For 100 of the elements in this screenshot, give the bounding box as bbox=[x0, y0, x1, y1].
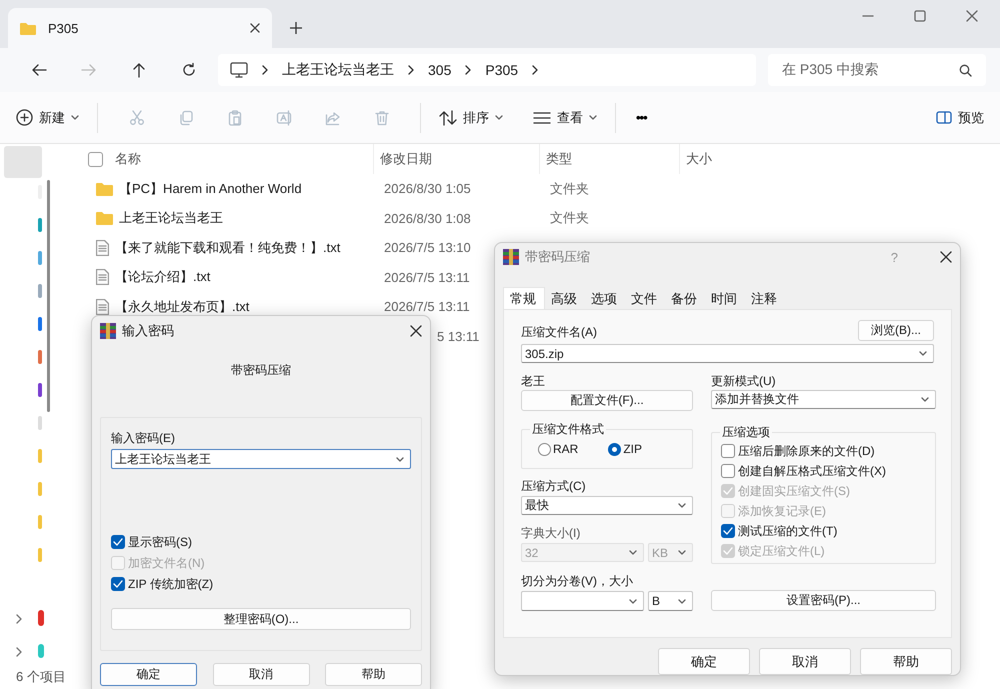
archive-name-field[interactable]: 305.zip bbox=[521, 344, 934, 363]
search-field[interactable]: 在 P305 中搜索 bbox=[768, 54, 986, 86]
date-cell-text: 2026/8/30 1:05 bbox=[384, 181, 472, 196]
checkbox-label: 创建固实压缩文件(S) bbox=[738, 482, 850, 500]
chevron-icon bbox=[396, 456, 404, 462]
set-password-button[interactable]: 设置密码(P)... bbox=[711, 590, 936, 611]
browse-button[interactable]: 浏览(B)... bbox=[858, 320, 934, 341]
tab[interactable]: 常规 bbox=[503, 287, 545, 309]
close-icon[interactable] bbox=[250, 23, 260, 33]
nav-item-icon[interactable] bbox=[38, 218, 42, 232]
file-name[interactable]: 【PC】Harem in Another World bbox=[119, 180, 302, 198]
checkmark-icon bbox=[723, 547, 733, 555]
dialog-button[interactable]: 帮助 bbox=[325, 663, 422, 686]
archive-app-icon bbox=[503, 249, 519, 265]
checkbox[interactable] bbox=[111, 577, 125, 591]
file-name[interactable]: 【永久地址发布页】.txt bbox=[115, 298, 250, 316]
type-cell: 文件夹 bbox=[550, 180, 589, 198]
chevron-icon bbox=[589, 115, 597, 120]
method-dropdown[interactable]: 最快 bbox=[521, 496, 693, 515]
breadcrumb-item[interactable]: 305 bbox=[428, 62, 452, 78]
field-label: 压缩方式(C) bbox=[521, 478, 587, 494]
checkmark-icon bbox=[723, 527, 733, 535]
more-button[interactable]: ••• bbox=[630, 110, 653, 125]
tab[interactable]: P305 bbox=[8, 8, 272, 48]
dialog-button[interactable]: 取消 bbox=[759, 648, 851, 675]
date-cell-text: 2026/8/30 1:08 bbox=[384, 210, 472, 226]
nav-item-icon[interactable] bbox=[38, 317, 42, 331]
chevron-icon bbox=[629, 550, 637, 555]
close-icon[interactable] bbox=[966, 10, 978, 22]
profiles-button[interactable]: 配置文件(F)... bbox=[521, 390, 693, 411]
dialog-button[interactable]: 确定 bbox=[658, 648, 750, 675]
address-bar[interactable]: 上老王论坛当老王 305 P305 bbox=[218, 54, 756, 86]
checkbox[interactable] bbox=[721, 444, 735, 458]
unit-dropdown[interactable]: B bbox=[648, 591, 693, 611]
scrollbar[interactable] bbox=[47, 180, 50, 412]
manage-passwords-button[interactable]: 整理密码(O)... bbox=[111, 608, 411, 630]
maximize-icon[interactable] bbox=[914, 10, 926, 22]
checkbox-label: 锁定压缩文件(L) bbox=[738, 542, 825, 560]
chevron-right-icon bbox=[408, 65, 414, 75]
file-name[interactable]: 【来了就能下载和观看！纯免费！】.txt bbox=[115, 238, 340, 257]
file-name[interactable]: 【论坛介绍】.txt bbox=[115, 268, 210, 286]
back-arrow-icon[interactable] bbox=[31, 62, 47, 78]
chevron-right-icon[interactable] bbox=[16, 614, 22, 624]
dialog-title: 输入密码 bbox=[122, 322, 175, 340]
radio-button[interactable] bbox=[608, 442, 622, 456]
sort-icon bbox=[439, 110, 457, 126]
folder-icon bbox=[20, 22, 36, 34]
type-cell: 文件夹 bbox=[550, 209, 589, 228]
chevron-right-icon[interactable] bbox=[16, 647, 22, 657]
checkbox[interactable] bbox=[111, 535, 125, 549]
nav-item-icon[interactable] bbox=[38, 383, 42, 397]
chevron-icon bbox=[678, 503, 686, 508]
sort-button[interactable]: 排序 bbox=[435, 108, 507, 126]
up-arrow-icon[interactable] bbox=[131, 62, 147, 78]
column-header[interactable]: 大小 bbox=[679, 144, 759, 174]
chevron-icon bbox=[678, 550, 686, 555]
archive-app-icon bbox=[100, 323, 116, 339]
file-name[interactable]: 上老王论坛当老王 bbox=[119, 209, 223, 228]
checkbox[interactable] bbox=[721, 464, 735, 478]
column-header[interactable]: 修改日期 bbox=[373, 144, 539, 174]
view-button[interactable]: 查看 bbox=[529, 108, 601, 126]
close-icon[interactable] bbox=[410, 325, 422, 337]
chevron-right-icon bbox=[262, 65, 268, 75]
radio-button[interactable] bbox=[538, 442, 551, 456]
dialog-button[interactable]: 取消 bbox=[212, 663, 310, 686]
new-button[interactable]: 新建 bbox=[12, 108, 83, 126]
group-label: 压缩文件格式 bbox=[530, 421, 606, 438]
nav-item-icon[interactable] bbox=[38, 251, 42, 265]
volume-size-dropdown[interactable] bbox=[521, 591, 644, 611]
nav-item-icon[interactable] bbox=[38, 644, 44, 658]
dialog-button[interactable]: 帮助 bbox=[860, 648, 952, 675]
chevron-icon bbox=[629, 598, 637, 604]
breadcrumb-item[interactable]: P305 bbox=[485, 62, 518, 78]
preview-button[interactable]: 预览 bbox=[932, 108, 988, 126]
password-field[interactable]: 上老王论坛当老王 bbox=[111, 449, 411, 469]
preview-pane-icon bbox=[936, 111, 952, 124]
dialog-button[interactable]: 确定 bbox=[100, 663, 197, 686]
breadcrumb-item[interactable]: 上老王论坛当老王 bbox=[282, 61, 394, 79]
nav-item-icon[interactable] bbox=[38, 610, 44, 626]
refresh-icon[interactable] bbox=[181, 62, 197, 78]
field-label: 输入密码(E) bbox=[111, 430, 176, 447]
new-tab-icon[interactable] bbox=[290, 22, 302, 34]
date-cell: 5 13:11 bbox=[437, 328, 480, 344]
update-mode-dropdown[interactable]: 添加并替换文件 bbox=[711, 390, 936, 409]
nav-item-icon[interactable] bbox=[38, 350, 42, 364]
text-file-icon bbox=[96, 269, 109, 286]
checkbox-label: 加密文件名(N) bbox=[128, 554, 205, 572]
column-header[interactable]: 名称 bbox=[103, 144, 373, 174]
checkbox[interactable] bbox=[721, 524, 735, 538]
radio-label: RAR bbox=[553, 442, 578, 456]
close-icon[interactable] bbox=[940, 251, 952, 263]
folder-icon bbox=[96, 182, 113, 196]
search-icon bbox=[959, 64, 972, 76]
nav-item-icon[interactable] bbox=[38, 284, 42, 298]
chevron-icon bbox=[71, 115, 79, 120]
select-all-checkbox[interactable] bbox=[88, 152, 103, 166]
folder-icon bbox=[96, 211, 113, 226]
column-header[interactable]: 类型 bbox=[539, 144, 679, 174]
checkbox-label: 添加恢复记录(E) bbox=[738, 502, 826, 520]
chevron-right-icon bbox=[465, 65, 472, 75]
